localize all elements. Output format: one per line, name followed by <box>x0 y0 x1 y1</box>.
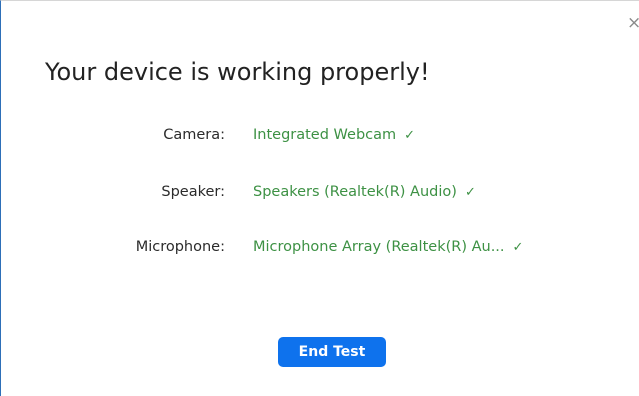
check-icon: ✓ <box>404 128 416 143</box>
close-icon[interactable]: × <box>627 15 639 31</box>
microphone-device-name: Microphone Array (Realtek(R) Au... <box>253 239 505 255</box>
microphone-value: Microphone Array (Realtek(R) Au... ✓ <box>253 239 523 255</box>
speaker-label: Speaker: <box>161 184 225 200</box>
device-test-dialog: × Your device is working properly! Camer… <box>0 0 639 396</box>
speaker-row: Speaker: Speakers (Realtek(R) Audio) ✓ <box>1 184 639 208</box>
check-icon: ✓ <box>464 185 476 200</box>
microphone-label: Microphone: <box>135 239 225 255</box>
check-icon: ✓ <box>512 240 524 255</box>
speaker-value: Speakers (Realtek(R) Audio) ✓ <box>253 184 476 200</box>
speaker-device-name: Speakers (Realtek(R) Audio) <box>253 184 457 200</box>
camera-device-name: Integrated Webcam <box>253 127 397 143</box>
dialog-title: Your device is working properly! <box>45 58 430 86</box>
end-test-button[interactable]: End Test <box>278 337 386 367</box>
camera-label: Camera: <box>163 127 225 143</box>
microphone-row: Microphone: Microphone Array (Realtek(R)… <box>1 239 639 263</box>
camera-value: Integrated Webcam ✓ <box>253 127 415 143</box>
camera-row: Camera: Integrated Webcam ✓ <box>1 127 639 151</box>
